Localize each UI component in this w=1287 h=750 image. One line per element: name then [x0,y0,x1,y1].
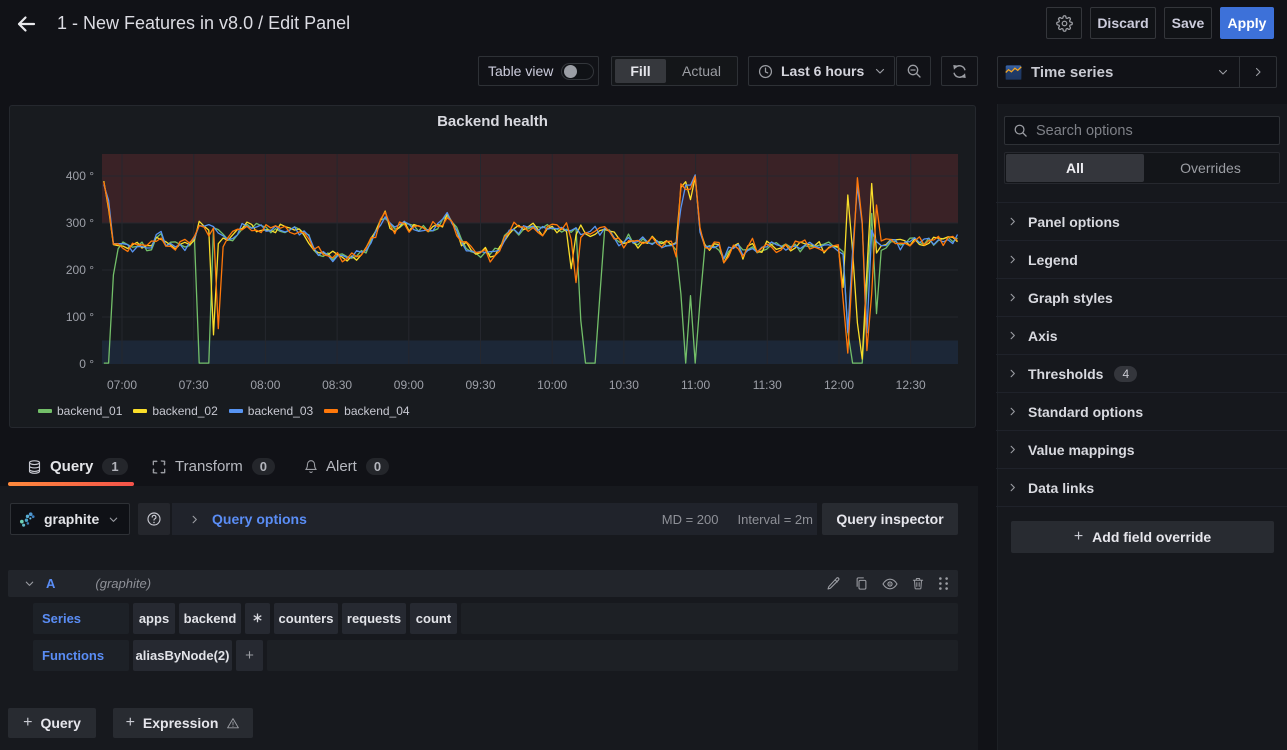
svg-text:09:00: 09:00 [394,378,424,392]
svg-text:100 °: 100 ° [66,310,94,324]
svg-text:12:30: 12:30 [896,378,926,392]
svg-text:11:30: 11:30 [753,378,782,392]
svg-text:10:00: 10:00 [537,378,567,392]
svg-text:200 °: 200 ° [66,263,94,277]
svg-text:11:00: 11:00 [681,378,710,392]
svg-text:08:30: 08:30 [322,378,352,392]
svg-text:300 °: 300 ° [66,216,94,230]
svg-text:400 °: 400 ° [66,169,94,183]
svg-text:12:00: 12:00 [824,378,854,392]
svg-text:09:30: 09:30 [465,378,495,392]
svg-text:08:00: 08:00 [250,378,280,392]
svg-text:07:00: 07:00 [107,378,137,392]
svg-text:10:30: 10:30 [609,378,639,392]
svg-text:07:30: 07:30 [179,378,209,392]
svg-text:0 °: 0 ° [79,357,94,371]
